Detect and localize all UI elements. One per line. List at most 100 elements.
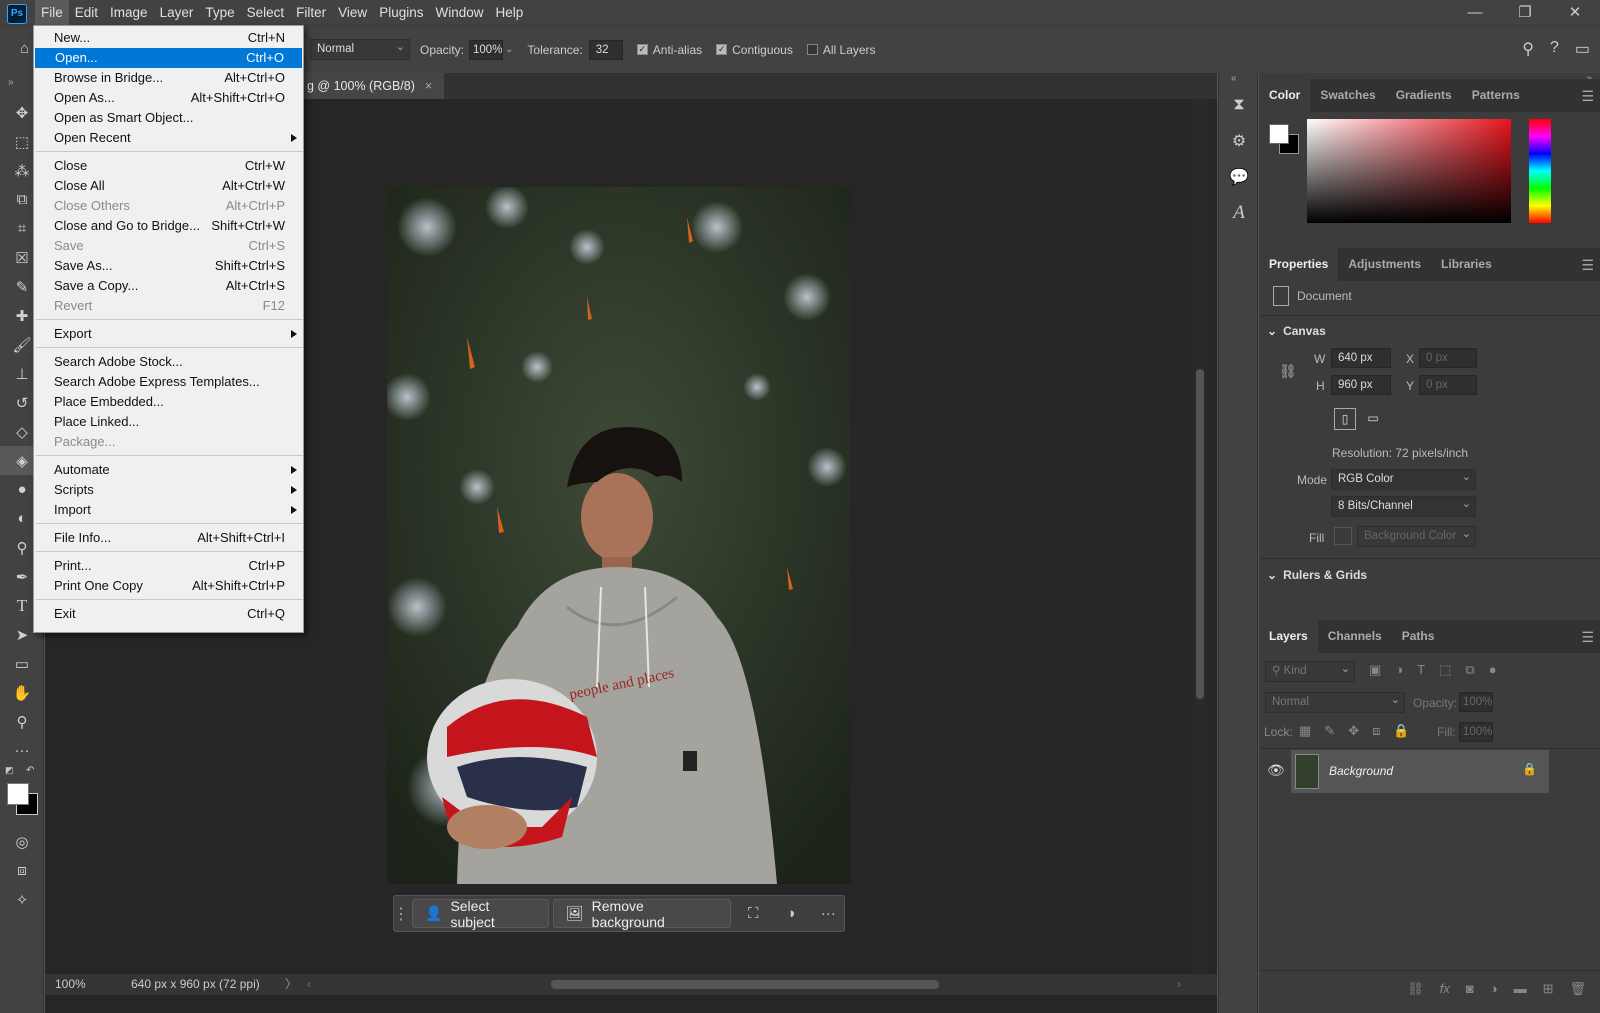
bit-depth-dropdown[interactable]: 8 Bits/Channel: [1331, 495, 1476, 517]
tab-layers[interactable]: Layers: [1259, 620, 1318, 653]
menu-image[interactable]: Image: [104, 0, 154, 25]
tolerance-input[interactable]: 32: [588, 39, 623, 60]
menu-item-save-a-copy[interactable]: Save a Copy... Alt+Ctrl+S: [34, 276, 303, 296]
fg-color-chip[interactable]: [1269, 124, 1289, 144]
document-tab[interactable]: g @ 100% (RGB/8) ×: [297, 73, 445, 99]
visibility-eye-icon[interactable]: 👁: [1267, 762, 1285, 779]
tab-swatches[interactable]: Swatches: [1310, 79, 1385, 112]
menu-item-open-as[interactable]: Open As... Alt+Shift+Ctrl+O: [34, 88, 303, 108]
menu-type[interactable]: Type: [199, 0, 240, 25]
lock-transparent-icon[interactable]: ▦: [1299, 723, 1311, 739]
photoshop-logo-icon[interactable]: Ps: [7, 3, 27, 24]
layer-blend-mode[interactable]: Normal: [1265, 691, 1405, 713]
type-filter-icon[interactable]: T: [1417, 662, 1425, 678]
collapse-icons-icon[interactable]: «: [1219, 73, 1257, 87]
lock-all-icon[interactable]: 🔒: [1393, 723, 1409, 739]
rectangle-tool-icon[interactable]: ▭: [0, 649, 44, 678]
link-layers-icon[interactable]: ⛓: [1407, 981, 1424, 1013]
menu-plugins[interactable]: Plugins: [373, 0, 429, 25]
select-subject-button[interactable]: 👤 Select subject: [412, 898, 549, 930]
menu-file[interactable]: File: [35, 0, 69, 25]
tab-patterns[interactable]: Patterns: [1462, 79, 1530, 112]
menu-item-close[interactable]: Close Ctrl+W: [34, 156, 303, 176]
scroll-right-icon[interactable]: ›: [1177, 974, 1181, 995]
more-tools-icon[interactable]: ···: [0, 736, 44, 765]
tab-properties[interactable]: Properties: [1259, 248, 1339, 281]
lock-position-icon[interactable]: ✥: [1348, 723, 1359, 739]
anti-alias-checkbox[interactable]: ✓ Anti-alias: [636, 43, 702, 57]
help-icon[interactable]: ?: [1550, 39, 1559, 59]
menu-item-place-embedded[interactable]: Place Embedded...: [34, 392, 303, 412]
remove-background-button[interactable]: 🖼 Remove background: [552, 898, 732, 930]
menu-item-close-and-go-to-bridge[interactable]: Close and Go to Bridge... Shift+Ctrl+W: [34, 216, 303, 236]
opacity-input[interactable]: 100%: [469, 39, 504, 60]
menu-item-scripts[interactable]: Scripts: [34, 480, 303, 500]
vertical-scrollbar[interactable]: [1193, 99, 1207, 973]
fx-icon[interactable]: fx: [1440, 981, 1450, 1013]
history-panel-icon[interactable]: ⧗: [1219, 87, 1259, 123]
layer-row-background[interactable]: Background 🔒: [1291, 750, 1549, 793]
menu-item-open[interactable]: Open... Ctrl+O: [35, 48, 302, 68]
menu-item-print[interactable]: Print... Ctrl+P: [34, 556, 303, 576]
new-layer-icon[interactable]: ⊞: [1543, 981, 1554, 1013]
scroll-left-icon[interactable]: ‹: [307, 974, 311, 995]
pixel-filter-icon[interactable]: ▣: [1369, 662, 1381, 678]
swap-colors-icon[interactable]: ↶: [26, 765, 34, 776]
transform-icon[interactable]: ⛶: [737, 899, 769, 928]
link-icon[interactable]: ⛓: [1279, 363, 1297, 380]
menu-item-save-as[interactable]: Save As... Shift+Ctrl+S: [34, 256, 303, 276]
panel-menu-icon[interactable]: ☰: [1581, 88, 1594, 105]
more-options-icon[interactable]: ···: [813, 899, 845, 928]
search-icon[interactable]: ⚲: [1522, 39, 1534, 59]
lock-artboard-icon[interactable]: ⧈: [1372, 723, 1380, 739]
menu-item-new[interactable]: New... Ctrl+N: [34, 28, 303, 48]
all-layers-checkbox[interactable]: All Layers: [806, 43, 876, 57]
menu-item-open-as-smart-object[interactable]: Open as Smart Object...: [34, 108, 303, 128]
color-field[interactable]: [1307, 119, 1511, 223]
layer-kind-filter[interactable]: ⚲ Kind: [1265, 660, 1355, 682]
home-icon[interactable]: ⌂: [20, 40, 29, 57]
layer-fill-input[interactable]: 100%: [1459, 722, 1493, 742]
shape-filter-icon[interactable]: ⬚: [1439, 662, 1451, 678]
screen-mode-icon[interactable]: ⧈: [0, 856, 44, 885]
menu-item-close-all[interactable]: Close All Alt+Ctrl+W: [34, 176, 303, 196]
menu-filter[interactable]: Filter: [290, 0, 332, 25]
add-mask-icon[interactable]: ◙: [1466, 981, 1474, 1013]
workspace-icon[interactable]: ▭: [1575, 39, 1590, 59]
filter-toggle-icon[interactable]: ●: [1489, 662, 1497, 678]
adjust-icon[interactable]: ◑: [775, 899, 807, 928]
tab-channels[interactable]: Channels: [1318, 620, 1392, 653]
menu-item-search-adobe-stock[interactable]: Search Adobe Stock...: [34, 352, 303, 372]
vertical-scroll-thumb[interactable]: [1196, 369, 1204, 699]
menu-help[interactable]: Help: [489, 0, 529, 25]
y-input[interactable]: 0 px: [1419, 375, 1477, 395]
close-tab-icon[interactable]: ×: [425, 79, 432, 93]
restore-button[interactable]: ❐: [1500, 0, 1550, 25]
generative-icon[interactable]: ✧: [0, 885, 44, 914]
menu-window[interactable]: Window: [429, 0, 489, 25]
portrait-orientation-icon[interactable]: ▯: [1334, 408, 1356, 430]
menu-item-exit[interactable]: Exit Ctrl+Q: [34, 604, 303, 624]
menu-view[interactable]: View: [332, 0, 373, 25]
fill-swatch[interactable]: [1334, 527, 1352, 545]
contiguous-checkbox[interactable]: ✓ Contiguous: [716, 43, 793, 57]
panel-menu-icon[interactable]: ☰: [1581, 629, 1594, 646]
opacity-chevron-icon[interactable]: ⌄: [505, 44, 513, 55]
delete-layer-icon[interactable]: 🗑: [1569, 981, 1586, 1013]
layer-lock-icon[interactable]: 🔒: [1522, 762, 1537, 776]
menu-item-export[interactable]: Export: [34, 324, 303, 344]
fill-dropdown[interactable]: Background Color: [1357, 525, 1476, 547]
menu-item-browse-in-bridge[interactable]: Browse in Bridge... Alt+Ctrl+O: [34, 68, 303, 88]
menu-item-automate[interactable]: Automate: [34, 460, 303, 480]
zoom-tool-icon[interactable]: ⚲: [0, 707, 44, 736]
plugins-panel-icon[interactable]: ⚙: [1219, 123, 1259, 159]
new-adjustment-icon[interactable]: ◑: [1490, 981, 1498, 1013]
landscape-orientation-icon[interactable]: ▭: [1362, 408, 1384, 430]
menu-layer[interactable]: Layer: [154, 0, 200, 25]
x-input[interactable]: 0 px: [1419, 348, 1477, 368]
tab-libraries[interactable]: Libraries: [1431, 248, 1502, 281]
hue-slider[interactable]: [1529, 119, 1551, 223]
height-input[interactable]: 960 px: [1331, 375, 1391, 395]
tab-gradients[interactable]: Gradients: [1386, 79, 1462, 112]
color-mode-dropdown[interactable]: RGB Color: [1331, 468, 1476, 490]
